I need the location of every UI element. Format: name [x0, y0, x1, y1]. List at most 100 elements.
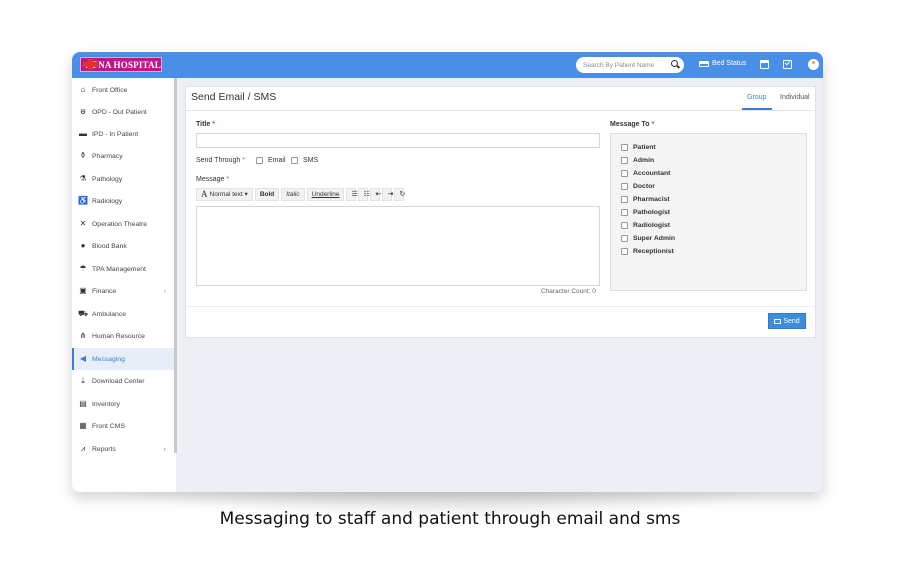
sidebar-item-opd[interactable]: ᵿ OPD - Out Patient — [72, 101, 174, 123]
sidebar-item-label: Pathology — [92, 175, 123, 183]
envelope-icon — [774, 318, 782, 324]
flask-icon: ⚗ — [79, 174, 87, 183]
search-input[interactable] — [583, 61, 667, 69]
umbrella-icon: ☂ — [79, 264, 87, 273]
sidebar-item-blood-bank[interactable]: ● Blood Bank — [72, 235, 174, 257]
sms-option[interactable]: SMS — [291, 157, 318, 164]
sidebar-item-label: Download Center — [92, 377, 145, 385]
bold-button[interactable]: Bold — [254, 187, 280, 201]
scissors-icon: ✕ — [79, 219, 87, 228]
tab-group[interactable]: Group — [747, 94, 766, 101]
send-through-label: Send Through * — [196, 157, 245, 164]
recipient-checkbox[interactable] — [621, 222, 628, 229]
caption: Messaging to staff and patient through e… — [219, 509, 681, 529]
stethoscope-icon: ᵿ — [80, 107, 86, 116]
sidebar-item-label: Finance — [92, 287, 117, 295]
recipient-list: Patient Admin Accountant Doctor Pharmaci… — [610, 133, 807, 291]
recipient-checkbox[interactable] — [621, 248, 628, 255]
recipient-checkbox[interactable] — [621, 144, 628, 151]
cms-icon: ▦ — [79, 421, 87, 430]
sidebar-item-inventory[interactable]: ▤ Inventory — [72, 393, 174, 415]
medical-cross-icon — [82, 58, 95, 71]
recipient-super-admin[interactable]: Super Admin — [621, 235, 675, 242]
building-icon: ⌂ — [80, 85, 86, 94]
recipient-checkbox[interactable] — [621, 235, 628, 242]
sidebar-item-pathology[interactable]: ⚗ Pathology — [72, 168, 174, 190]
sidebar-item-label: Front CMS — [92, 422, 125, 430]
sidebar-item-label: Radiology — [92, 197, 123, 205]
search-icon[interactable] — [671, 60, 678, 67]
recipient-checkbox[interactable] — [621, 157, 628, 164]
message-textarea[interactable] — [196, 206, 600, 286]
text-style-dropdown[interactable]: A Normal text ▾ — [196, 187, 253, 201]
outdent-icon[interactable]: ⇤ — [370, 187, 381, 201]
sidebar-item-ipd[interactable]: ▬ IPD - In Patient — [72, 123, 174, 145]
indent-icon[interactable]: ⇥ — [382, 187, 393, 201]
title-label: Title * — [196, 121, 215, 128]
bed-status-button[interactable]: Bed Status — [699, 60, 746, 67]
sidebar-scrollbar[interactable] — [174, 78, 177, 453]
recipient-radiologist[interactable]: Radiologist — [621, 222, 670, 229]
sidebar-item-label: Ambulance — [92, 310, 127, 318]
sidebar-item-label: Inventory — [92, 400, 120, 408]
sidebar-item-finance[interactable]: ▣ Finance ‹ — [72, 280, 174, 302]
sidebar-item-reports[interactable]: ⩘ Reports ‹ — [72, 438, 174, 460]
sidebar-item-tpa-management[interactable]: ☂ TPA Management — [72, 258, 174, 280]
ambulance-icon: ⛟ — [77, 309, 89, 318]
app-window: APNA HOSPITAL Bed Status ⌂ Front Office … — [72, 52, 823, 492]
tab-individual[interactable]: Individual — [780, 94, 810, 101]
sidebar-item-label: Blood Bank — [92, 242, 127, 250]
sidebar-item-label: TPA Management — [92, 265, 146, 273]
recipient-accountant[interactable]: Accountant — [621, 170, 670, 177]
sidebar-item-human-resource[interactable]: ⋔ Human Resource — [72, 325, 174, 347]
bed-icon — [699, 60, 709, 67]
chevron-left-icon: ‹ — [163, 445, 166, 453]
sidebar-item-label: OPD - Out Patient — [92, 108, 147, 116]
italic-button[interactable]: Italic — [281, 187, 305, 201]
recipient-checkbox[interactable] — [621, 196, 628, 203]
download-icon: ⤓ — [81, 376, 85, 385]
recipient-pharmacist[interactable]: Pharmacist — [621, 196, 670, 203]
sidebar-item-radiology[interactable]: ♿ Radiology — [72, 190, 174, 212]
recipient-patient[interactable]: Patient — [621, 144, 656, 151]
recipient-receptionist[interactable]: Receptionist — [621, 248, 674, 255]
email-checkbox[interactable] — [256, 157, 263, 164]
chart-icon: ⩘ — [80, 444, 86, 453]
sidebar-item-label: Messaging — [92, 355, 125, 363]
underline-button[interactable]: Underline — [306, 187, 345, 201]
sidebar-item-download-center[interactable]: ⤓ Download Center — [72, 370, 174, 392]
sitemap-icon: ⋔ — [79, 331, 87, 340]
hospital-logo[interactable]: APNA HOSPITAL — [80, 57, 162, 72]
xray-icon: ♿ — [78, 196, 88, 205]
sms-checkbox[interactable] — [291, 157, 298, 164]
top-navbar: APNA HOSPITAL Bed Status — [72, 52, 823, 78]
user-avatar[interactable] — [808, 59, 819, 70]
message-label: Message * — [196, 176, 230, 183]
numbered-list-icon[interactable]: ☷ — [358, 187, 370, 201]
refresh-icon[interactable]: ↻ — [394, 187, 405, 201]
recipient-admin[interactable]: Admin — [621, 157, 654, 164]
recipient-pathologist[interactable]: Pathologist — [621, 209, 670, 216]
sidebar-item-operation-theatre[interactable]: ✕ Operation Theatre — [72, 213, 174, 235]
footer-divider — [186, 306, 817, 307]
send-button[interactable]: Send — [768, 313, 806, 329]
task-check-icon[interactable] — [783, 60, 792, 69]
send-email-sms-panel: Send Email / SMS Group Individual Title *… — [185, 86, 817, 338]
sidebar-item-ambulance[interactable]: ⛟ Ambulance — [72, 303, 174, 325]
sidebar-item-label: Front Office — [92, 86, 128, 94]
sidebar-item-messaging[interactable]: ◀ Messaging — [72, 348, 174, 370]
recipient-checkbox[interactable] — [621, 209, 628, 216]
drop-icon: ● — [80, 241, 86, 250]
recipient-checkbox[interactable] — [621, 170, 628, 177]
bullet-list-icon[interactable]: ☰ — [346, 187, 358, 201]
sidebar-item-label: Operation Theatre — [92, 220, 148, 228]
recipient-checkbox[interactable] — [621, 183, 628, 190]
title-input[interactable] — [196, 133, 600, 148]
sidebar-item-pharmacy[interactable]: ⚱ Pharmacy — [72, 145, 174, 167]
sidebar-item-front-cms[interactable]: ▦ Front CMS — [72, 415, 174, 437]
email-option[interactable]: Email — [256, 157, 286, 164]
sidebar-item-front-office[interactable]: ⌂ Front Office — [72, 79, 174, 101]
recipient-doctor[interactable]: Doctor — [621, 183, 655, 190]
sidebar-item-label: Reports — [92, 445, 116, 453]
calendar-icon[interactable] — [760, 60, 769, 69]
